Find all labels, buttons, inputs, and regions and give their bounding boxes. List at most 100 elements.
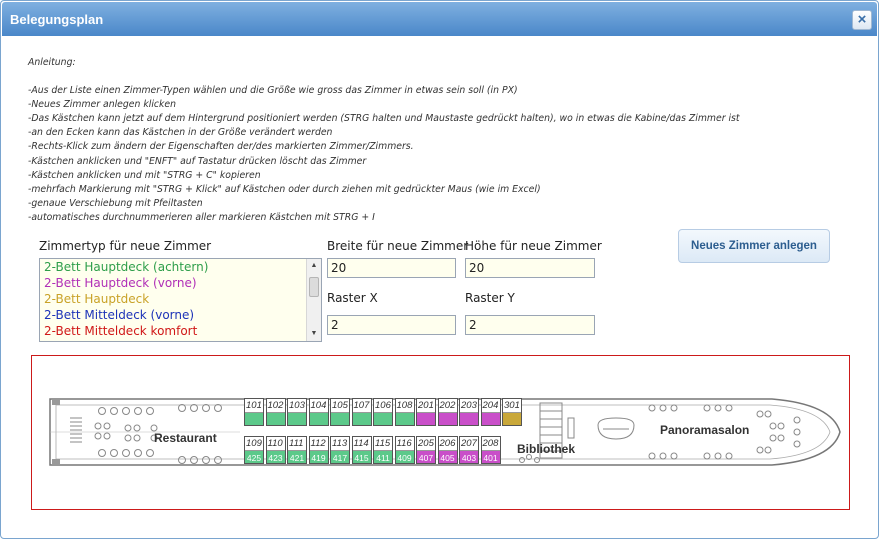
cabin-box[interactable]: 208 401 [480,436,501,464]
cabin-subnumber: 401 [483,453,498,463]
cabin-number: 202 [438,399,457,413]
library-label: Bibliothek [517,442,576,456]
cabin-box[interactable]: 107 [351,398,372,426]
room-type-option[interactable]: 2-Bett Mitteldeck komfort [40,323,321,339]
cabin-box[interactable]: 105 [330,398,350,426]
belegungsplan-dialog: Belegungsplan × Anleitung: -Aus der List… [0,0,879,539]
room-type-option[interactable]: 2-Bett Hauptdeck (vorne) [40,275,321,291]
instruction-line: -Neues Zimmer anlegen klicken [28,99,177,111]
cabin-number: 115 [374,437,392,451]
scroll-down-icon[interactable]: ▼ [307,327,321,341]
cabin-box[interactable]: 301 [502,398,522,426]
cabin-subnumber: 419 [311,453,326,463]
width-label: Breite für neue Zimmer [327,239,469,253]
instructions: Anleitung: -Aus der Liste einen Zimmer-T… [28,56,848,225]
restaurant-label: Restaurant [154,431,217,445]
create-room-button[interactable]: Neues Zimmer anlegen [678,229,830,263]
cabin-box[interactable]: 115 411 [373,436,393,464]
cabin-subnumber: 425 [246,453,262,463]
instruction-line: -Kästchen anklicken und mit "STRG + C" k… [28,169,261,181]
instructions-heading: Anleitung: [28,57,76,68]
cabin-number: 204 [481,399,500,413]
scroll-up-icon[interactable]: ▲ [307,259,321,273]
cabin-box[interactable]: 103 [287,398,307,426]
cabin-subnumber: 417 [332,453,348,463]
cabin-box[interactable]: 114 415 [351,436,372,464]
cabin-subnumber: 423 [268,453,283,463]
instruction-line: -Aus der Liste einen Zimmer-Typen wählen… [28,85,518,97]
height-label: Höhe für neue Zimmer [465,239,602,253]
cabin-box[interactable]: 102 [265,398,286,426]
cabin-box[interactable]: 112 419 [308,436,329,464]
cabin-number: 103 [288,399,306,413]
cabin-box[interactable]: 110 423 [265,436,286,464]
cabin-number: 109 [245,437,263,451]
room-type-option[interactable]: 2-Bett Hauptdeck (achtern) [40,259,321,275]
cabin-number: 112 [309,437,328,451]
cabin-number: 107 [352,399,371,413]
instruction-line: -Rechts-Klick zum ändern der Eigenschaft… [28,141,414,153]
cabin-box[interactable]: 201 [416,398,436,426]
cabin-number: 203 [460,399,478,413]
room-type-listbox[interactable]: 2-Bett Hauptdeck (achtern) 2-Bett Hauptd… [39,258,322,342]
instruction-line: -mehrfach Markierung mit "STRG + Klick" … [28,183,541,195]
cabin-box[interactable]: 101 [244,398,264,426]
cabin-box[interactable]: 108 [394,398,415,426]
cabin-number: 113 [331,437,349,451]
cabin-box[interactable]: 104 [308,398,329,426]
cabin-number: 106 [374,399,392,413]
cabin-box[interactable]: 205 407 [416,436,436,464]
cabin-number: 207 [460,437,478,451]
cabin-box[interactable]: 106 [373,398,393,426]
cabin-number: 116 [395,437,414,451]
cabin-box[interactable]: 109 425 [244,436,264,464]
panorama-label: Panoramasalon [660,423,750,437]
raster-x-label: Raster X [327,291,378,305]
width-input[interactable] [327,258,456,278]
listbox-scrollbar[interactable]: ▲ ▼ [306,259,321,341]
close-icon[interactable]: × [852,10,872,30]
cabin-subnumber: 405 [440,453,455,463]
raster-x-input[interactable] [327,315,456,335]
raster-y-label: Raster Y [465,291,515,305]
cabin-number: 110 [266,437,285,451]
instruction-line: -Das Kästchen kann jetzt auf dem Hinterg… [28,113,740,125]
cabin-number: 206 [438,437,457,451]
room-type-label: Zimmertyp für neue Zimmer [39,239,212,253]
cabin-box[interactable]: 203 [459,398,479,426]
cabin-subnumber: 407 [418,453,434,463]
cabin-subnumber: 415 [354,453,369,463]
cabin-number: 208 [481,437,500,451]
cabin-number: 104 [309,399,328,413]
instruction-line: -genaue Verschiebung mit Pfeiltasten [28,197,203,209]
cabin-subnumber: 403 [461,453,477,463]
deck-plan-area[interactable]: Restaurant Bibliothek Panoramasalon 101 1… [31,355,850,510]
cabin-number: 301 [503,399,521,413]
room-type-option[interactable]: 2-Bett Mitteldeck (vorne) [40,307,321,323]
scroll-thumb[interactable] [309,277,319,297]
cabin-number: 111 [288,437,306,451]
instruction-line: -an den Ecken kann das Kästchen in der G… [28,127,333,139]
instruction-line: -Kästchen anklicken und "ENFT" auf Tasta… [28,155,367,167]
cabin-box[interactable]: 116 409 [394,436,415,464]
cabin-number: 114 [352,437,371,451]
cabin-number: 108 [395,399,414,413]
cabin-box[interactable]: 202 [437,398,458,426]
cabin-box[interactable]: 204 [480,398,501,426]
cabin-number: 102 [266,399,285,413]
cabin-box[interactable]: 111 421 [287,436,307,464]
cabin-subnumber: 411 [376,453,390,463]
dialog-titlebar[interactable]: Belegungsplan × [2,2,877,36]
dialog-title: Belegungsplan [10,12,104,27]
cabin-box[interactable]: 113 417 [330,436,350,464]
cabin-box[interactable]: 206 405 [437,436,458,464]
cabin-number: 205 [417,437,435,451]
instruction-line: -automatisches durchnummerieren aller ma… [28,211,375,223]
cabin-number: 101 [245,399,263,413]
cabin-subnumber: 421 [289,453,305,463]
height-input[interactable] [465,258,595,278]
cabin-box[interactable]: 207 403 [459,436,479,464]
room-type-option[interactable]: 2-Bett Hauptdeck [40,291,321,307]
cabin-number: 105 [331,399,349,413]
raster-y-input[interactable] [465,315,595,335]
